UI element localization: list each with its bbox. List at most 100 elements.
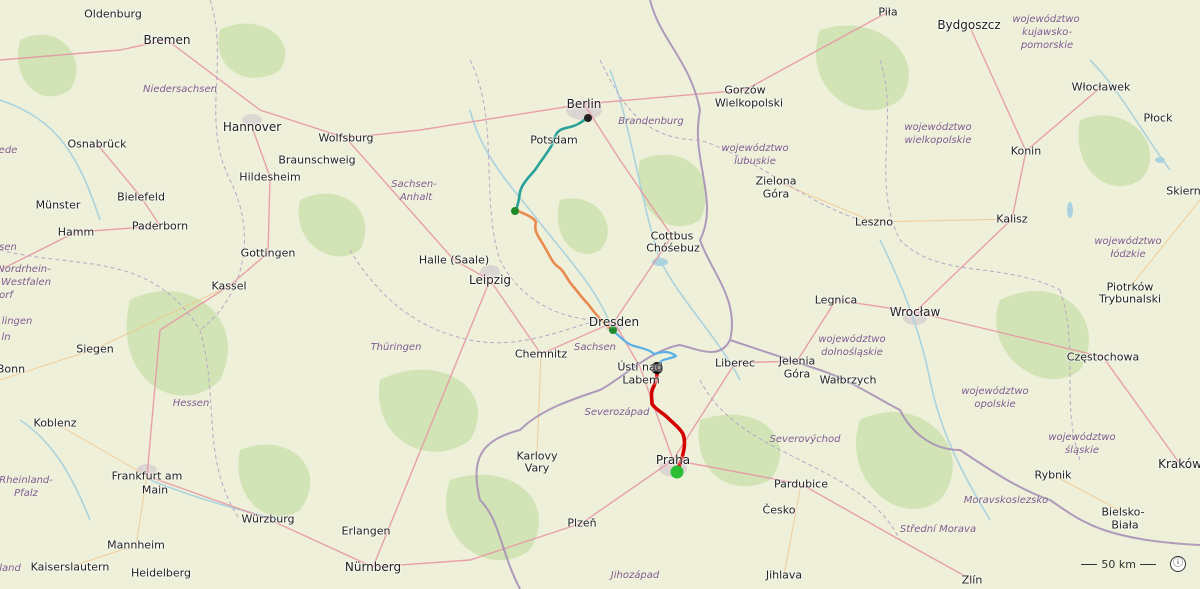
- city-label: Hildesheim: [239, 170, 301, 184]
- scale-bar: 50 km: [1081, 558, 1156, 571]
- city-label: Skierni: [1166, 184, 1200, 198]
- city-label: Dresden: [588, 315, 640, 329]
- region-label: lubuskie: [734, 156, 776, 167]
- city-label: Jihlava: [765, 568, 803, 582]
- region-label: województwo: [1048, 432, 1116, 443]
- city-label: Bielsko-: [1101, 505, 1145, 519]
- scale-label: 50 km: [1101, 558, 1136, 571]
- region-label: województwo: [904, 122, 972, 133]
- city-label: Góra: [783, 367, 811, 381]
- city-label: Kassel: [211, 279, 247, 293]
- region-label: sen: [0, 242, 17, 253]
- region-label: Thüringen: [370, 342, 422, 353]
- city-label: Ústí nad: [617, 360, 663, 374]
- region-label: pomorskie: [1020, 40, 1074, 51]
- city-label: Chóśebuz: [646, 241, 700, 255]
- region-label: Severovýchod: [769, 434, 841, 445]
- city-label: Częstochowa: [1066, 350, 1140, 364]
- city-label: Wielkopolski: [714, 96, 784, 110]
- region-label: Nordrhein-: [0, 264, 51, 275]
- region-label: Moravskoslezsko: [963, 495, 1049, 506]
- city-label: Würzburg: [241, 512, 295, 526]
- region-label: województwo: [1012, 14, 1080, 25]
- city-label: Gottingen: [240, 246, 296, 260]
- start-point-berlin: [584, 114, 592, 122]
- waypoint-dot-1: [511, 207, 519, 215]
- city-label: Main: [141, 483, 169, 497]
- city-label: Kraków: [1158, 457, 1200, 471]
- city-label: Rybnik: [1034, 468, 1072, 482]
- city-label: Halle (Saale): [418, 253, 490, 267]
- city-label: Trybunalski: [1098, 292, 1162, 306]
- city-label: Leipzig: [468, 273, 512, 287]
- city-label: Berlin: [566, 97, 602, 111]
- city-label: Zielona: [755, 174, 797, 188]
- city-label: Wrocław: [889, 305, 941, 319]
- city-label: Heidelberg: [131, 566, 191, 580]
- city-label: Liberec: [714, 356, 756, 370]
- region-label: Hessen: [172, 398, 210, 409]
- city-label: Bonn: [0, 362, 26, 376]
- city-label: Braunschweig: [278, 153, 356, 167]
- region-label: śląskie: [1064, 445, 1100, 456]
- region-label: łódzkie: [1110, 249, 1146, 260]
- city-label: Kaiserslautern: [30, 560, 110, 574]
- region-label: Anhalt: [399, 192, 433, 203]
- city-label: Zlín: [961, 573, 983, 587]
- region-label: dolnośląskie: [821, 347, 883, 358]
- city-label: Biała: [1111, 518, 1139, 532]
- city-label: Gorzów: [724, 83, 766, 97]
- city-label: Płock: [1143, 111, 1173, 125]
- region-label: województwo: [721, 143, 789, 154]
- city-label: Bydgoszcz: [937, 18, 1001, 32]
- city-label: Leszno: [855, 215, 893, 229]
- region-label: Severozápad: [584, 407, 650, 418]
- city-label: Potsdam: [530, 133, 578, 147]
- region-label: Sachsen: [573, 342, 617, 353]
- region-label: opolskie: [974, 399, 1016, 410]
- city-label: Wolfsburg: [318, 131, 374, 145]
- region-label: Rheinland-: [0, 475, 53, 486]
- city-label: Vary: [524, 461, 550, 475]
- region-label: województwo: [818, 334, 886, 345]
- city-label: Česko: [762, 503, 796, 517]
- region-label: kujawsko-: [1022, 27, 1072, 38]
- city-label: Münster: [35, 198, 81, 212]
- city-label: Chemnitz: [514, 347, 568, 361]
- city-label: Piła: [878, 5, 898, 19]
- city-label: Siegen: [76, 342, 114, 356]
- city-label: Włocławek: [1071, 80, 1131, 94]
- city-label: Konin: [1010, 144, 1042, 158]
- city-label: Paderborn: [131, 219, 189, 233]
- city-label: Osnabrück: [67, 137, 127, 151]
- city-label: Erlangen: [341, 524, 391, 538]
- region-label: Střední Morava: [899, 524, 977, 535]
- city-label: Góra: [762, 187, 790, 201]
- region-label: land: [0, 563, 21, 574]
- city-label: Hamm: [57, 225, 95, 239]
- city-label: Jelenia: [778, 354, 816, 368]
- region-label: Niedersachsen: [143, 84, 217, 95]
- region-label: lingen: [1, 316, 33, 327]
- region-label: Pfalz: [14, 488, 38, 499]
- city-label: Pardubice: [773, 477, 829, 491]
- city-label: Hannover: [222, 120, 282, 134]
- region-label: Sachsen-: [391, 179, 437, 190]
- city-label: Nürnberg: [344, 560, 402, 574]
- city-label: Bremen: [143, 33, 191, 47]
- route-start-marker-praha: [670, 465, 684, 479]
- city-label: Praha: [655, 453, 691, 467]
- city-label: Labem: [622, 373, 660, 387]
- city-label: Koblenz: [33, 416, 77, 430]
- city-label: Mannheim: [107, 538, 165, 552]
- region-label: województwo: [1094, 236, 1162, 247]
- region-label: Jihozápad: [610, 570, 660, 581]
- region-label: Brandenburg: [618, 116, 684, 127]
- city-label: Kalisz: [996, 212, 1028, 226]
- region-label: orf: [0, 290, 13, 301]
- city-label: Oldenburg: [84, 7, 142, 21]
- map-view[interactable]: Oldenburg Bremen Hannover Wolfsburg Osnabrüc…: [0, 0, 1200, 589]
- city-label: Wałbrzych: [819, 373, 877, 387]
- region-label: wielkopolskie: [904, 135, 972, 146]
- info-icon[interactable]: ⓘ: [1170, 556, 1186, 572]
